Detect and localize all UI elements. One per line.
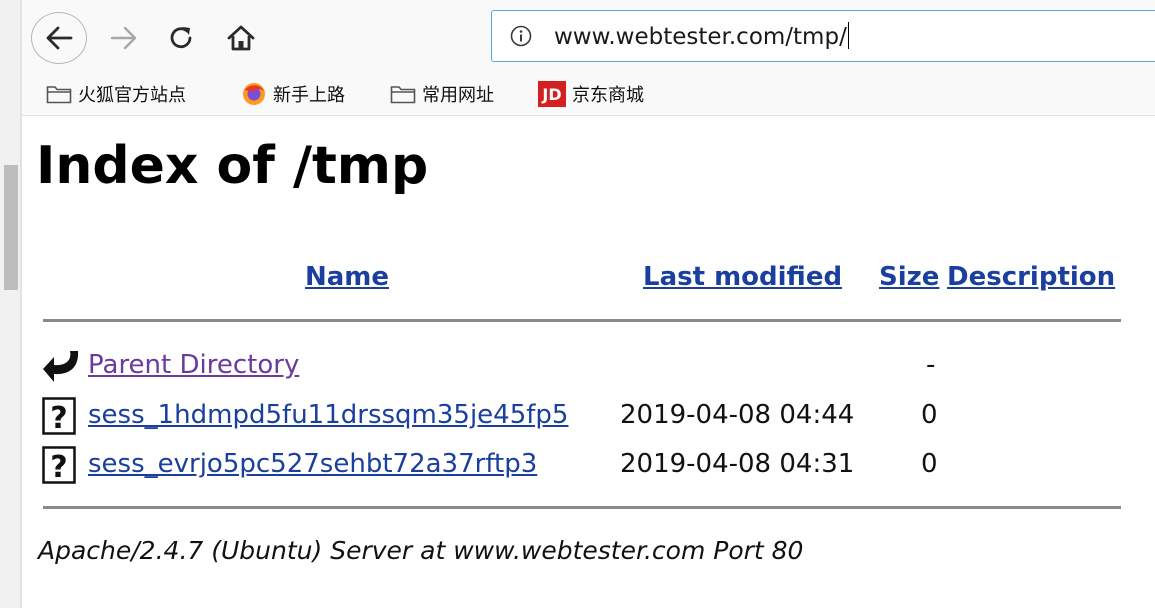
bookmark-common-sites[interactable]: 常用网址 bbox=[390, 81, 494, 107]
parent-directory-link[interactable]: Parent Directory bbox=[88, 350, 299, 380]
bookmark-label: 火狐官方站点 bbox=[78, 85, 186, 106]
bookmark-label: 常用网址 bbox=[422, 85, 494, 106]
back-arrow-icon bbox=[43, 351, 79, 382]
forward-button[interactable] bbox=[104, 16, 144, 60]
modified-cell: 2019-04-08 04:31 bbox=[620, 449, 855, 479]
modified-cell: 2019-04-08 04:44 bbox=[620, 400, 855, 430]
reload-icon bbox=[170, 27, 192, 49]
column-header-size[interactable]: Size bbox=[879, 262, 939, 292]
reload-button[interactable] bbox=[162, 16, 202, 60]
bookmark-firefox-official[interactable]: 火狐官方站点 bbox=[46, 81, 186, 107]
url-text: www.webtester.com/tmp/ bbox=[554, 24, 847, 50]
forward-arrow-icon bbox=[110, 26, 137, 50]
column-header-description[interactable]: Description bbox=[947, 262, 1115, 292]
page-title: Index of /tmp bbox=[36, 136, 429, 196]
window-left-edge bbox=[0, 0, 22, 608]
size-cell: - bbox=[926, 350, 936, 380]
bookmark-label: 新手上路 bbox=[273, 85, 345, 106]
address-bar[interactable]: www.webtester.com/tmp/ bbox=[491, 10, 1155, 62]
column-header-name[interactable]: Name bbox=[305, 262, 389, 292]
side-scroll-thumb[interactable] bbox=[4, 165, 18, 290]
browser-toolbar: www.webtester.com/tmp/ bbox=[22, 0, 1155, 73]
bookmark-getting-started[interactable]: 新手上路 bbox=[241, 81, 345, 107]
home-button[interactable] bbox=[221, 16, 261, 60]
size-cell: 0 bbox=[921, 400, 938, 430]
info-icon[interactable] bbox=[510, 25, 532, 47]
bookmark-label: 京东商城 bbox=[572, 85, 644, 106]
divider-bottom bbox=[43, 506, 1121, 509]
folder-icon bbox=[390, 86, 416, 104]
back-button[interactable] bbox=[31, 12, 87, 64]
unknown-file-icon: ? bbox=[42, 446, 76, 484]
server-signature: Apache/2.4.7 (Ubuntu) Server at www.webt… bbox=[38, 536, 804, 565]
file-link[interactable]: sess_1hdmpd5fu11drssqm35je45fp5 bbox=[88, 400, 568, 430]
page-content: Index of /tmp Name Last modified Size De… bbox=[22, 116, 1155, 608]
jd-logo-icon: JD bbox=[538, 81, 566, 107]
home-icon bbox=[227, 25, 255, 51]
url-input[interactable]: www.webtester.com/tmp/ bbox=[554, 22, 850, 50]
folder-icon bbox=[46, 86, 72, 104]
divider-top bbox=[43, 319, 1121, 322]
bookmarks-toolbar: 火狐官方站点 新手上路 常用网址 JD 京东商城 bbox=[22, 73, 1155, 116]
back-arrow-icon bbox=[46, 26, 73, 50]
firefox-icon bbox=[243, 83, 265, 105]
text-caret bbox=[847, 22, 850, 49]
bookmark-jd-mall[interactable]: JD 京东商城 bbox=[538, 81, 644, 107]
column-header-last-modified[interactable]: Last modified bbox=[643, 262, 842, 292]
unknown-file-icon: ? bbox=[42, 397, 76, 435]
svg-text:?: ? bbox=[50, 450, 67, 484]
size-cell: 0 bbox=[921, 449, 938, 479]
file-link[interactable]: sess_evrjo5pc527sehbt72a37rftp3 bbox=[88, 449, 537, 479]
svg-text:?: ? bbox=[50, 401, 67, 435]
